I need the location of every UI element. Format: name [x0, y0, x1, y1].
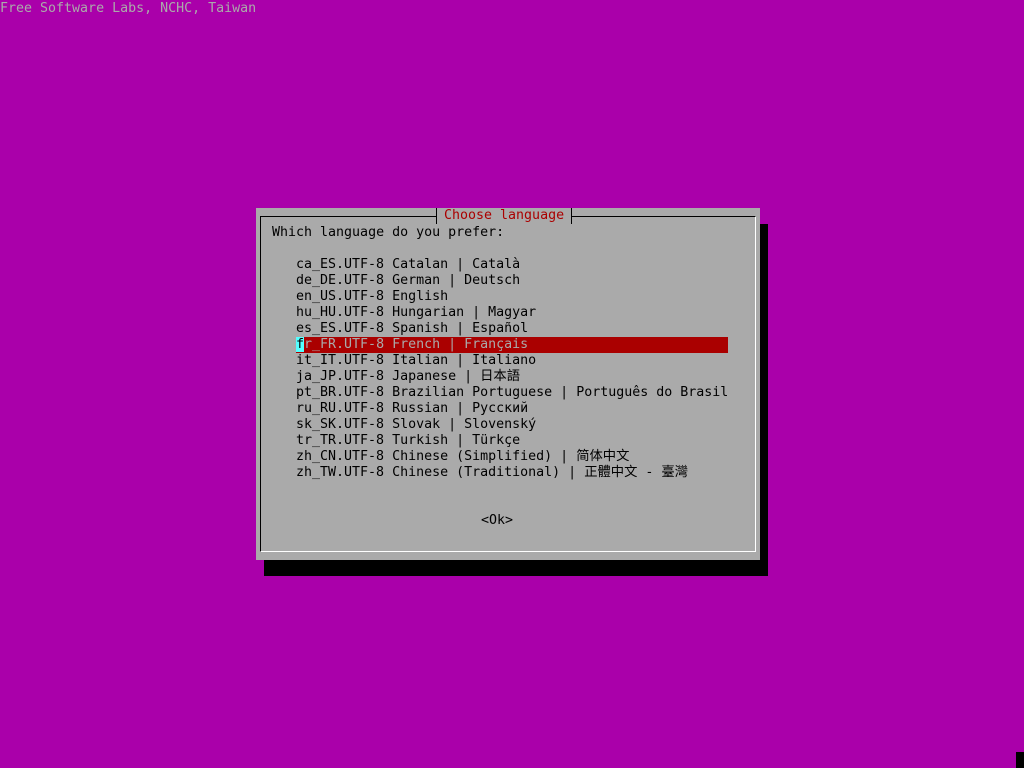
list-item-it-it[interactable]: it_IT.UTF-8 Italian | Italiano [296, 353, 728, 369]
list-item-zh-tw[interactable]: zh_TW.UTF-8 Chinese (Traditional) | 正體中文… [296, 465, 728, 481]
list-item-es-es[interactable]: es_ES.UTF-8 Spanish | Español [296, 321, 728, 337]
list-item-ja-jp[interactable]: ja_JP.UTF-8 Japanese | 日本語 [296, 369, 728, 385]
screen-header: Free Software Labs, NCHC, Taiwan [0, 1, 257, 16]
list-item-label: r_FR.UTF-8 French | Français [304, 337, 529, 352]
list-cursor: f [296, 337, 305, 352]
list-item-zh-cn[interactable]: zh_CN.UTF-8 Chinese (Simplified) | 简体中文 [296, 449, 728, 465]
list-item-sk-sk[interactable]: sk_SK.UTF-8 Slovak | Slovenský [296, 417, 728, 433]
dialog-prompt: Which language do you prefer: [272, 225, 505, 240]
list-item-pt-br[interactable]: pt_BR.UTF-8 Brazilian Portuguese | Portu… [296, 385, 728, 401]
list-item-hu-hu[interactable]: hu_HU.UTF-8 Hungarian | Magyar [296, 305, 728, 321]
ok-button[interactable]: <Ok> [481, 513, 513, 529]
list-item-de-de[interactable]: de_DE.UTF-8 German | Deutsch [296, 273, 728, 289]
dialog-title: Choose language [436, 208, 573, 224]
list-item-en-us[interactable]: en_US.UTF-8 English [296, 289, 728, 305]
list-item-fr-fr-selected[interactable]: fr_FR.UTF-8 French | Français [296, 337, 728, 353]
text-cursor [1016, 752, 1024, 768]
list-item-ca-es[interactable]: ca_ES.UTF-8 Catalan | Català [296, 257, 728, 273]
list-item-tr-tr[interactable]: tr_TR.UTF-8 Turkish | Türkçe [296, 433, 728, 449]
choose-language-dialog: Choose language Which language do you pr… [256, 208, 760, 560]
language-list[interactable]: ca_ES.UTF-8 Catalan | Català de_DE.UTF-8… [296, 257, 728, 481]
list-item-ru-ru[interactable]: ru_RU.UTF-8 Russian | Русский [296, 401, 728, 417]
